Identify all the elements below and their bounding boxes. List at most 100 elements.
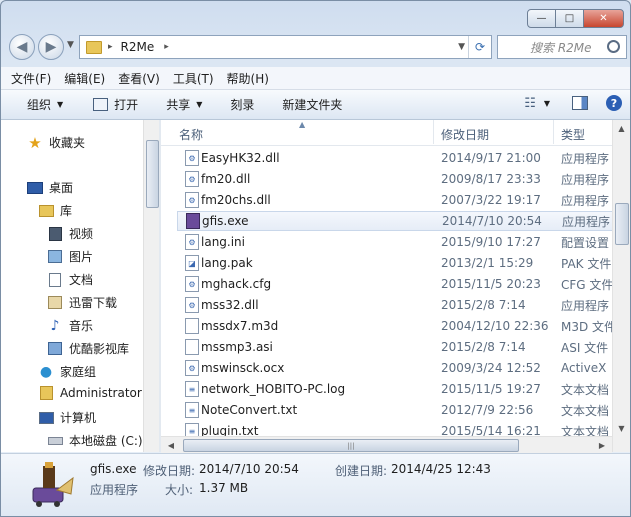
new-folder-button[interactable]: 新建文件夹: [282, 96, 342, 113]
menu-bar: 文件(F) 编辑(E) 查看(V) 工具(T) 帮助(H): [1, 67, 630, 90]
file-type: CFG 文件: [561, 277, 612, 292]
menu-edit[interactable]: 编辑(E): [64, 70, 105, 87]
breadcrumb-separator[interactable]: ▸: [108, 42, 113, 52]
file-row[interactable]: ⚙ EasyHK32.dll 2014/9/17 21:00 应用程序: [177, 148, 612, 168]
address-bar[interactable]: ▸ R2Me ▸ ▼ ⟳: [79, 35, 492, 59]
organize-button[interactable]: 组织 ▼: [27, 96, 63, 113]
menu-file[interactable]: 文件(F): [11, 70, 51, 87]
file-list-scroll-thumb[interactable]: [615, 203, 629, 245]
nav-local-disk[interactable]: 本地磁盘 (C:): [47, 432, 143, 449]
column-name[interactable]: 名称: [179, 126, 203, 143]
menu-help[interactable]: 帮助(H): [227, 70, 269, 87]
close-button[interactable]: ✕: [583, 9, 624, 28]
file-row[interactable]: mssdx7.m3d 2004/12/10 22:36 M3D 文件: [177, 316, 612, 336]
breadcrumb-separator-end[interactable]: ▸: [164, 42, 169, 52]
navigation-pane-scrollbar[interactable]: [143, 120, 160, 452]
star-icon: ★: [28, 133, 42, 152]
minimize-icon: —: [536, 13, 547, 24]
library-icon: [38, 204, 54, 218]
nav-thunder[interactable]: 迅雷下载: [47, 294, 117, 311]
file-row[interactable]: ⚙ lang.ini 2015/9/10 17:27 配置设置: [177, 232, 612, 252]
file-row[interactable]: gfis.exe 2014/7/10 20:54 应用程序: [177, 211, 612, 231]
column-separator[interactable]: [433, 120, 434, 144]
details-modified-value: 2014/7/10 20:54: [199, 462, 299, 476]
help-icon[interactable]: ?: [606, 95, 622, 111]
column-type[interactable]: 类型: [561, 126, 585, 143]
recent-pages-dropdown[interactable]: ▼: [67, 40, 74, 50]
nav-pictures[interactable]: 图片: [47, 248, 93, 265]
video-icon: [47, 226, 63, 241]
file-row[interactable]: ◪ lang.pak 2013/2/1 15:29 PAK 文件: [177, 253, 612, 273]
nav-libraries[interactable]: 库: [38, 202, 72, 219]
preview-pane-icon[interactable]: [572, 96, 588, 110]
file-date: 2015/11/5 19:27: [441, 382, 541, 396]
address-dropdown-icon[interactable]: ▼: [458, 42, 465, 52]
nav-videos[interactable]: 视频: [47, 225, 93, 242]
maximize-button[interactable]: □: [555, 9, 584, 28]
file-list-vertical-scrollbar[interactable]: ▲ ▼: [612, 120, 630, 452]
nav-documents[interactable]: 文档: [47, 271, 93, 288]
details-pane: gfis.exe 应用程序 修改日期: 2014/7/10 20:54 创建日期…: [1, 453, 630, 516]
search-box[interactable]: 搜索 R2Me: [497, 35, 627, 59]
refresh-button[interactable]: ⟳: [468, 36, 491, 58]
file-name: EasyHK32.dll: [201, 151, 280, 165]
nav-administrator[interactable]: Administrator: [38, 386, 142, 400]
nav-desktop[interactable]: 桌面: [27, 179, 73, 196]
file-row[interactable]: mssmp3.asi 2015/2/8 7:14 ASI 文件: [177, 337, 612, 357]
document-icon: [47, 272, 63, 287]
open-button[interactable]: 打开: [93, 96, 138, 113]
refresh-icon: ⟳: [474, 40, 486, 54]
minimize-button[interactable]: —: [527, 9, 556, 28]
share-label: 共享: [166, 98, 191, 112]
toolbar-right: ☷ ▼ ?: [524, 95, 622, 111]
breadcrumb-r2me[interactable]: R2Me: [121, 40, 155, 54]
file-row[interactable]: ⚙ mss32.dll 2015/2/8 7:14 应用程序: [177, 295, 612, 315]
horizontal-scroll-thumb[interactable]: |||: [183, 439, 519, 452]
nav-favorites[interactable]: ★ 收藏夹: [27, 133, 85, 152]
search-input[interactable]: 搜索 R2Me: [530, 39, 592, 56]
nav-pictures-label: 图片: [69, 250, 94, 264]
dll-file-icon: ⚙: [185, 150, 199, 166]
view-dropdown-icon[interactable]: ▼: [544, 99, 550, 108]
file-row[interactable]: ⚙ fm20chs.dll 2007/3/22 19:17 应用程序: [177, 190, 612, 210]
navigation-pane: ★ 收藏夹 桌面 库 视频 图片 文档 迅雷下载 ♪ 音乐 优酷影视库 ● 家庭组 A: [1, 120, 159, 452]
dll-file-icon: ⚙: [185, 192, 199, 208]
file-row[interactable]: ⚙ fm20.dll 2009/8/17 23:33 应用程序: [177, 169, 612, 189]
file-row[interactable]: ≡ network_HOBITO-PC.log 2015/11/5 19:27 文本文…: [177, 379, 612, 399]
navigation-scroll-thumb[interactable]: [146, 140, 159, 208]
file-row[interactable]: ≡ NoteConvert.txt 2012/7/9 22:56 文本文档: [177, 400, 612, 420]
file-row[interactable]: ⚙ mghack.cfg 2015/11/5 20:23 CFG 文件: [177, 274, 612, 294]
nav-music-label: 音乐: [69, 319, 94, 333]
change-view-icon[interactable]: ☷: [524, 96, 536, 111]
nav-desktop-label: 桌面: [49, 181, 74, 195]
file-type: 应用程序: [562, 214, 611, 229]
nav-music[interactable]: ♪ 音乐: [47, 317, 93, 334]
drive-icon: [47, 434, 63, 448]
menu-view[interactable]: 查看(V): [118, 70, 160, 87]
file-name: network_HOBITO-PC.log: [201, 382, 346, 396]
nav-homegroup[interactable]: ● 家庭组: [38, 363, 96, 380]
column-header: ▲ 名称 修改日期 类型: [161, 120, 612, 146]
column-date[interactable]: 修改日期: [441, 126, 489, 143]
column-separator[interactable]: [553, 120, 554, 144]
scroll-down-icon[interactable]: ▼: [613, 420, 630, 436]
forward-button[interactable]: ▶: [38, 34, 64, 60]
menu-tools[interactable]: 工具(T): [173, 70, 214, 87]
music-icon: ♪: [50, 317, 60, 334]
back-button[interactable]: ◀: [9, 34, 35, 60]
scroll-right-icon[interactable]: ▶: [594, 438, 610, 452]
nav-thunder-label: 迅雷下载: [69, 296, 118, 310]
scroll-up-icon[interactable]: ▲: [613, 120, 630, 136]
scroll-left-icon[interactable]: ◀: [163, 438, 179, 452]
file-list-horizontal-scrollbar[interactable]: ◀ ||| ▶: [161, 436, 612, 453]
details-size-label: 大小:: [165, 483, 194, 497]
file-list: ▲ 名称 修改日期 类型 ⚙ EasyHK32.dll 2014/9/17 21:0…: [161, 120, 612, 452]
file-type: 应用程序: [561, 151, 610, 166]
nav-documents-label: 文档: [69, 273, 94, 287]
burn-button[interactable]: 刻录: [230, 96, 254, 113]
share-button[interactable]: 共享 ▼: [166, 96, 202, 113]
nav-youku[interactable]: 优酷影视库: [47, 340, 129, 357]
nav-computer[interactable]: 计算机: [38, 409, 96, 426]
maximize-icon: □: [564, 13, 575, 24]
file-row[interactable]: ⚙ mswinsck.ocx 2009/3/24 12:52 ActiveX: [177, 358, 612, 378]
